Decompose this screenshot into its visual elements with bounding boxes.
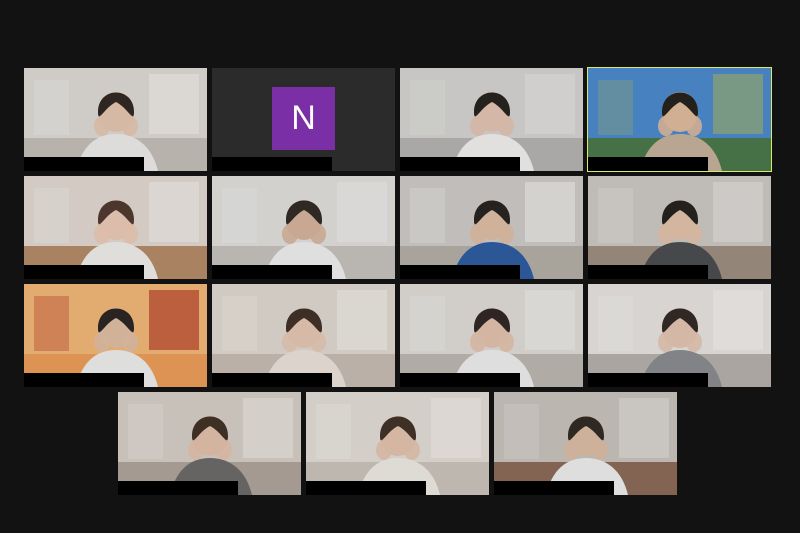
video-vignette: [588, 176, 771, 279]
participant-name-redacted: [24, 373, 144, 387]
participant-video: [212, 176, 395, 279]
participant-video: [400, 284, 583, 387]
video-tile-participant-10[interactable]: [212, 284, 395, 387]
video-vignette: [494, 392, 677, 495]
participant-video: [212, 284, 395, 387]
video-tile-participant-5[interactable]: [24, 176, 207, 279]
video-tile-participant-15[interactable]: [494, 392, 677, 495]
video-tile-active-speaker[interactable]: [587, 67, 772, 172]
participant-name-redacted: [24, 265, 144, 279]
participant-video: [588, 176, 771, 279]
participant-name-redacted: [24, 157, 144, 171]
video-vignette: [212, 176, 395, 279]
participant-video: [24, 68, 207, 171]
video-tile-participant-13[interactable]: [118, 392, 301, 495]
video-tile-avatar-n[interactable]: N: [212, 68, 395, 171]
participant-name-redacted: [588, 265, 708, 279]
video-tile-participant-6[interactable]: [212, 176, 395, 279]
participant-video: [400, 176, 583, 279]
video-vignette: [588, 68, 771, 171]
participant-name-redacted: [400, 265, 520, 279]
video-tile-participant-9[interactable]: [24, 284, 207, 387]
participant-name-redacted: [588, 373, 708, 387]
participant-video: [24, 284, 207, 387]
participant-video: [400, 68, 583, 171]
video-tile-participant-1[interactable]: [24, 68, 207, 171]
participant-name-redacted: [400, 373, 520, 387]
video-tile-participant-7[interactable]: [400, 176, 583, 279]
video-vignette: [118, 392, 301, 495]
avatar: N: [272, 87, 335, 150]
video-vignette: [400, 284, 583, 387]
video-tile-participant-3[interactable]: [400, 68, 583, 171]
participant-video: [494, 392, 677, 495]
participant-name-redacted: [212, 265, 332, 279]
video-tile-participant-8[interactable]: [588, 176, 771, 279]
participant-name-redacted: [118, 481, 238, 495]
video-vignette: [24, 176, 207, 279]
video-vignette: [306, 392, 489, 495]
participant-name-redacted: [212, 373, 332, 387]
video-vignette: [24, 68, 207, 171]
video-vignette: [588, 284, 771, 387]
participant-video: [118, 392, 301, 495]
video-tile-participant-11[interactable]: [400, 284, 583, 387]
participant-video: [588, 68, 771, 171]
participant-video: [588, 284, 771, 387]
video-tile-participant-12[interactable]: [588, 284, 771, 387]
video-vignette: [212, 284, 395, 387]
participant-name-redacted: [212, 157, 332, 171]
video-vignette: [24, 284, 207, 387]
participant-name-redacted: [494, 481, 614, 495]
participant-video: [306, 392, 489, 495]
participant-name-redacted: [588, 157, 708, 171]
video-tile-participant-14[interactable]: [306, 392, 489, 495]
participant-name-redacted: [400, 157, 520, 171]
participant-name-redacted: [306, 481, 426, 495]
video-vignette: [400, 176, 583, 279]
participant-video: [24, 176, 207, 279]
video-vignette: [400, 68, 583, 171]
avatar-letter: N: [291, 99, 316, 137]
